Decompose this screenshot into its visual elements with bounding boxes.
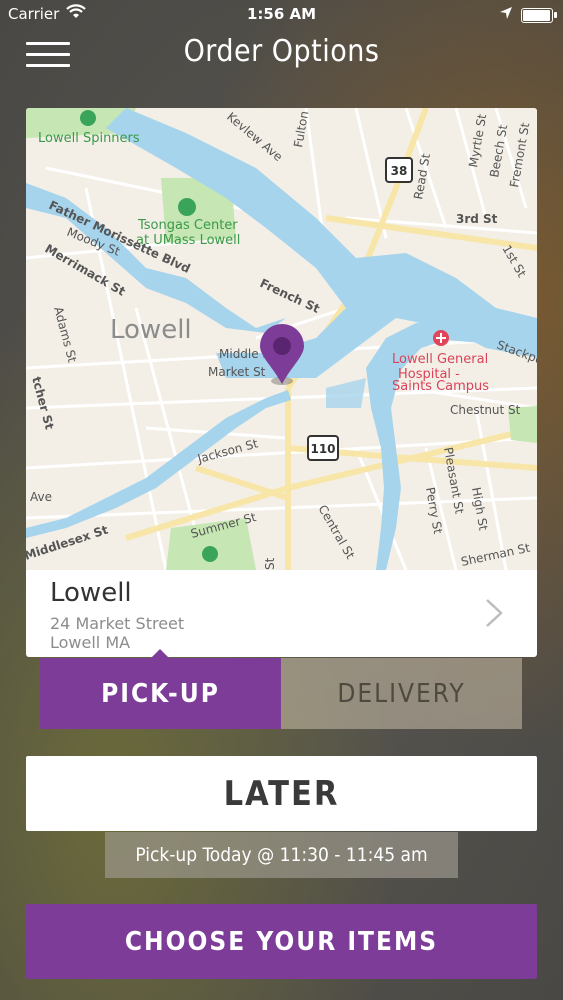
location-address-line2: Lowell MA <box>50 633 131 652</box>
later-button[interactable]: LATER <box>26 756 537 831</box>
svg-text:St: St <box>263 557 277 570</box>
svg-text:3rd St: 3rd St <box>456 212 498 226</box>
selection-pointer <box>151 649 169 658</box>
svg-text:Lowell Spinners: Lowell Spinners <box>38 131 140 146</box>
status-bar: Carrier 1:56 AM <box>0 0 563 30</box>
svg-text:38: 38 <box>391 164 408 178</box>
location-name: Lowell <box>50 578 132 608</box>
svg-text:Saints Campus: Saints Campus <box>392 379 489 394</box>
route-110-shield: 110 <box>307 435 339 461</box>
svg-text:Ave: Ave <box>30 490 52 504</box>
header: Order Options <box>0 30 563 80</box>
location-card: 38 110 Lowell Spinners Tsongas Center at… <box>26 108 537 657</box>
pickup-button[interactable]: PICK-UP <box>40 658 281 729</box>
location-arrow-icon <box>500 7 512 19</box>
svg-text:Lowell: Lowell <box>110 315 192 345</box>
page-title: Order Options <box>183 34 380 69</box>
clock: 1:56 AM <box>246 5 317 23</box>
park-icon <box>202 546 218 562</box>
arena-icon <box>178 198 196 216</box>
delivery-button[interactable]: DELIVERY <box>281 658 522 729</box>
choose-items-button[interactable]: CHOOSE YOUR ITEMS <box>26 904 537 979</box>
pickup-time-label: Pick-up Today @ 11:30 - 11:45 am <box>105 832 458 878</box>
svg-text:Lowell General: Lowell General <box>392 352 488 367</box>
battery-icon <box>521 8 557 23</box>
svg-text:Chestnut St: Chestnut St <box>450 403 521 417</box>
map[interactable]: 38 110 Lowell Spinners Tsongas Center at… <box>26 108 537 570</box>
location-details-row[interactable]: Lowell 24 Market Street Lowell MA <box>26 570 537 657</box>
svg-text:110: 110 <box>310 442 335 456</box>
chevron-right-icon <box>486 599 503 627</box>
order-type-toggle: PICK-UP DELIVERY <box>40 658 522 729</box>
stadium-icon <box>80 110 96 126</box>
svg-text:Tsongas Center: Tsongas Center <box>137 218 238 233</box>
location-address-line1: 24 Market Street <box>50 614 185 633</box>
svg-text:Market St: Market St <box>208 365 266 379</box>
route-38-shield: 38 <box>385 157 413 183</box>
